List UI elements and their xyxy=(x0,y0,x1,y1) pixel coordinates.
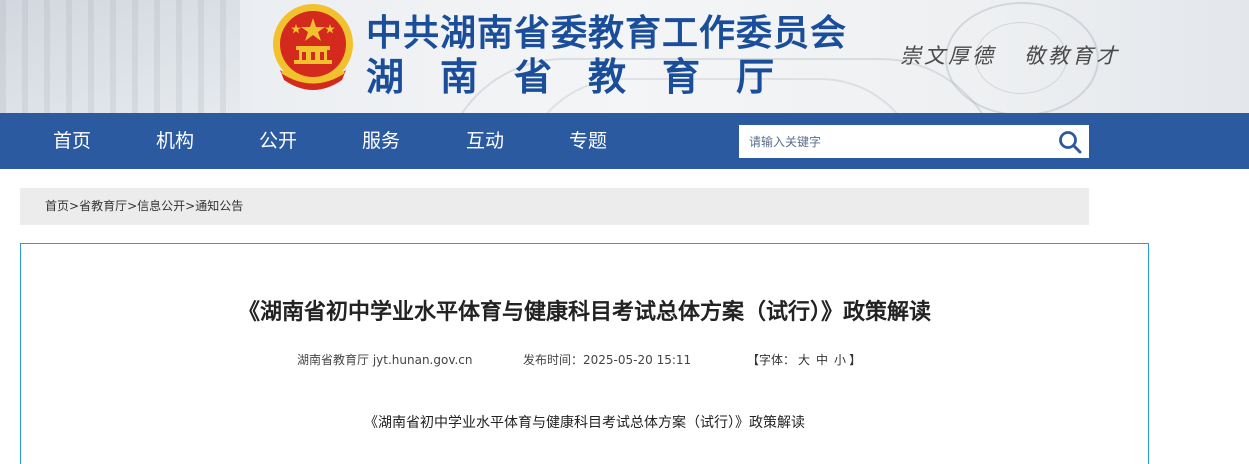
font-size-large-button[interactable]: 大 xyxy=(798,353,810,367)
search-box xyxy=(739,125,1089,158)
motto-left: 崇文厚德 xyxy=(900,44,996,68)
site-motto: 崇文厚德 敬教育才 xyxy=(900,40,1120,70)
nav-item-services[interactable]: 服务 xyxy=(362,113,400,169)
nav-item-public[interactable]: 公开 xyxy=(259,113,297,169)
nav-item-organization[interactable]: 机构 xyxy=(156,113,194,169)
nav-item-home[interactable]: 首页 xyxy=(53,113,91,169)
nav-item-interaction[interactable]: 互动 xyxy=(466,113,504,169)
motto-right: 敬教育才 xyxy=(1024,44,1120,68)
article-source: 湖南省教育厅 jyt.hunan.gov.cn xyxy=(297,353,473,367)
breadcrumb-separator: > xyxy=(185,199,196,213)
banner-building-decoration xyxy=(0,0,240,113)
article-publish-time: 发布时间：2025-05-20 15:11 xyxy=(523,351,691,368)
nav-item-topics[interactable]: 专题 xyxy=(569,113,607,169)
article-panel: 《湖南省初中学业水平体育与健康科目考试总体方案（试行）》政策解读 湖南省教育厅 … xyxy=(20,243,1149,464)
breadcrumb-separator: > xyxy=(69,199,80,213)
publish-time-value: 2025-05-20 15:11 xyxy=(583,353,692,367)
font-size-close-bracket: 】 xyxy=(849,353,862,367)
font-size-small-button[interactable]: 小 xyxy=(834,353,846,367)
main-nav: 首页 机构 公开 服务 互动 专题 xyxy=(0,113,1249,169)
national-emblem-icon xyxy=(273,4,353,90)
breadcrumb-separator: > xyxy=(127,199,138,213)
font-size-label: 【字体： xyxy=(747,353,796,367)
breadcrumb: 首页>省教育厅>信息公开>通知公告 xyxy=(20,188,1089,225)
font-size-medium-button[interactable]: 中 xyxy=(816,353,828,367)
breadcrumb-home[interactable]: 首页 xyxy=(45,199,69,213)
article-body-heading: 《湖南省初中学业水平体育与健康科目考试总体方案（试行）》政策解读 xyxy=(364,415,805,431)
breadcrumb-department[interactable]: 省教育厅 xyxy=(79,199,127,213)
publish-time-label: 发布时间： xyxy=(523,353,584,367)
article-title: 《湖南省初中学业水平体育与健康科目考试总体方案（试行）》政策解读 xyxy=(237,300,931,325)
search-icon[interactable] xyxy=(1057,129,1083,155)
breadcrumb-info-disclosure[interactable]: 信息公开 xyxy=(137,199,185,213)
breadcrumb-notices[interactable]: 通知公告 xyxy=(195,199,243,213)
font-size-control: 【字体：大中小】 xyxy=(747,351,861,368)
search-input[interactable] xyxy=(739,125,1049,158)
site-banner: 中共湖南省委教育工作委员会 湖南省教育厅 崇文厚德 敬教育才 xyxy=(0,0,1249,113)
site-title-department: 湖南省教育厅 xyxy=(366,55,811,99)
